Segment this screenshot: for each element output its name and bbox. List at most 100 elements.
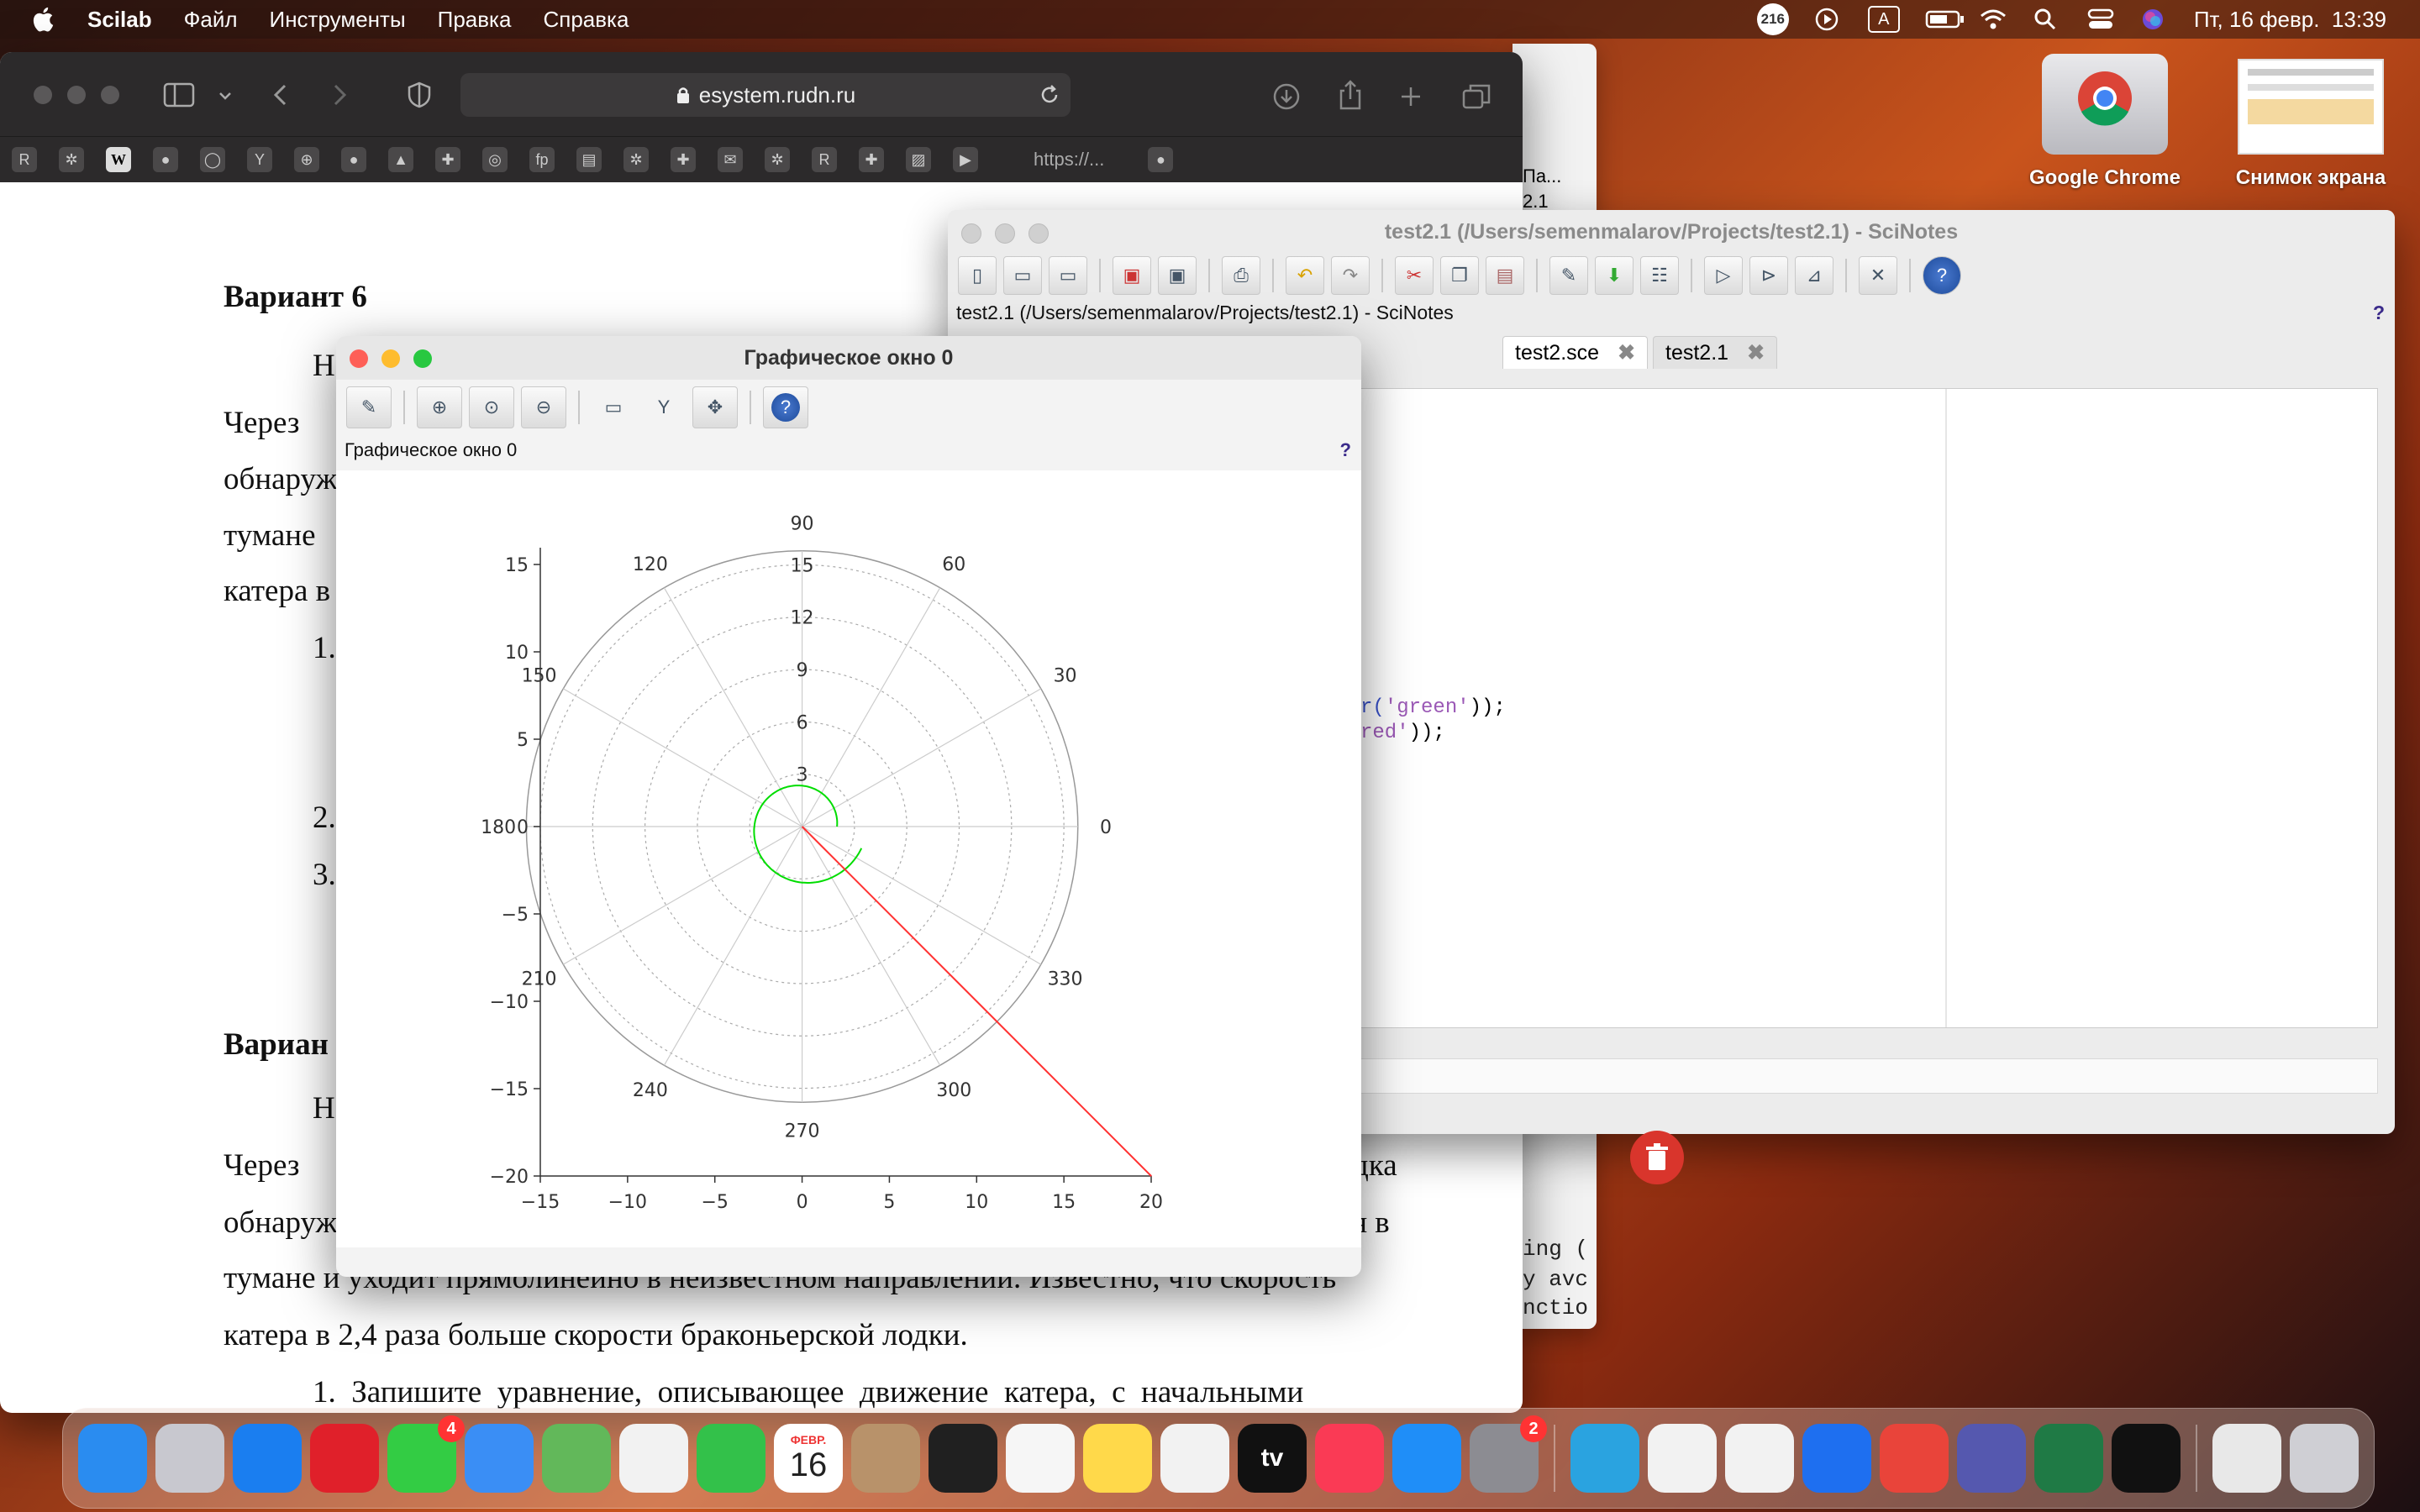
anydesk-icon[interactable] (1880, 1424, 1949, 1493)
rotate-3d-icon[interactable]: Y (642, 387, 686, 428)
favorite-circle-icon[interactable]: ◯ (200, 147, 225, 172)
menu-help[interactable]: Справка (543, 7, 629, 33)
mail-icon[interactable] (465, 1424, 534, 1493)
redo-icon[interactable]: ↷ (1331, 256, 1370, 295)
new-tab-icon[interactable] (1398, 84, 1423, 109)
save-icon[interactable]: ▣ (1113, 256, 1151, 295)
reload-icon[interactable] (1039, 84, 1060, 106)
keyboard-layout-indicator[interactable]: A (1867, 6, 1900, 33)
reminders-icon[interactable] (1006, 1424, 1075, 1493)
yandex-browser-icon[interactable] (1648, 1424, 1717, 1493)
favorite-image-icon[interactable]: ▲ (388, 147, 413, 172)
paste-icon[interactable]: ▤ (1486, 256, 1524, 295)
pan-icon[interactable]: ✥ (692, 386, 738, 428)
close-button[interactable] (350, 349, 368, 368)
zoom-button[interactable] (101, 86, 119, 104)
address-bar[interactable]: esystem.rudn.ru (460, 73, 1071, 117)
telegram-icon[interactable] (1570, 1424, 1639, 1493)
messages-icon[interactable]: 4 (387, 1415, 465, 1493)
tab-test2-sce[interactable]: test2.sce ✖ (1502, 336, 1649, 369)
favorite-star-icon[interactable]: ✲ (765, 147, 790, 172)
photos-icon[interactable] (619, 1424, 688, 1493)
trash-icon[interactable] (2290, 1424, 2359, 1493)
freeform-icon[interactable] (1160, 1424, 1229, 1493)
zoom-in-icon[interactable]: ⊕ (417, 386, 462, 428)
help-icon[interactable]: ? (763, 386, 808, 428)
undo-icon[interactable]: ↶ (1286, 256, 1324, 295)
menu-file[interactable]: Файл (184, 7, 238, 33)
system-settings-icon[interactable]: 2 (1470, 1415, 1547, 1493)
apple-logo-icon[interactable] (30, 5, 59, 34)
desktop-icon-chrome[interactable]: Google Chrome (2000, 54, 2210, 190)
copy-icon[interactable]: ❐ (1440, 256, 1479, 295)
share-icon[interactable] (1338, 79, 1363, 111)
tv-icon[interactable]: tv (1238, 1424, 1307, 1493)
teams-icon[interactable] (1957, 1424, 2026, 1493)
finder-icon[interactable] (78, 1424, 147, 1493)
zoom-area-icon[interactable]: ⊖ (521, 386, 566, 428)
minimize-button[interactable] (995, 223, 1015, 244)
menu-tools[interactable]: Инструменты (270, 7, 406, 33)
zoom-button[interactable] (413, 349, 432, 368)
wifi-icon[interactable] (1979, 7, 2007, 32)
help-mark[interactable]: ? (2373, 297, 2385, 328)
notes-icon[interactable] (1083, 1424, 1152, 1493)
favorite-plus-icon[interactable]: ✚ (435, 147, 460, 172)
favorite-book-icon[interactable]: ▤ (576, 147, 602, 172)
back-icon[interactable] (271, 82, 291, 108)
tab-overview-icon[interactable] (1462, 82, 1492, 111)
favorite-y-icon[interactable]: Y (247, 147, 272, 172)
menu-app-name[interactable]: Scilab (87, 7, 152, 33)
delete-button[interactable] (1630, 1131, 1684, 1184)
help-mark[interactable]: ? (1340, 435, 1351, 465)
notification-count-icon[interactable]: 216 (1756, 3, 1789, 35)
favorite-github-icon[interactable]: ● (1148, 147, 1174, 172)
open-file-icon[interactable]: ▭ (1003, 256, 1042, 295)
chrome-icon[interactable] (1725, 1424, 1794, 1493)
contacts-icon[interactable] (851, 1424, 920, 1493)
siri-icon[interactable] (2140, 7, 2169, 32)
close-button[interactable] (34, 86, 52, 104)
structure-icon[interactable]: ☷ (1640, 256, 1679, 295)
print-icon[interactable]: ⎙ (1222, 256, 1260, 295)
favorite-star-icon[interactable]: ✲ (623, 147, 649, 172)
preferences-icon[interactable]: ✕ (1859, 256, 1897, 295)
favorite-video-icon[interactable]: ▶ (953, 147, 978, 172)
maps-icon[interactable] (542, 1424, 611, 1493)
download-icon[interactable] (1272, 82, 1301, 111)
safari-icon[interactable] (233, 1424, 302, 1493)
opera-icon[interactable] (310, 1424, 379, 1493)
datatip-icon[interactable]: ▭ (592, 387, 635, 428)
forward-icon[interactable] (329, 82, 350, 108)
date-time[interactable]: Пт, 16 февр. 13:39 (2194, 7, 2386, 33)
launchpad-icon[interactable] (155, 1424, 224, 1493)
sidebar-icon[interactable] (163, 81, 197, 108)
favorite-mail-icon[interactable]: ✉ (718, 147, 743, 172)
favorite-plus-icon[interactable]: ✚ (859, 147, 884, 172)
plot-area[interactable]: 0 30 60 90 120 150 180 210 240 270 300 330 3 6 9 12 15 −1… (336, 470, 1361, 1247)
favorite-oval-icon[interactable]: ◎ (482, 147, 508, 172)
favorite-r-icon[interactable]: R (12, 147, 37, 172)
favorite-globe-icon[interactable]: ⊕ (294, 147, 319, 172)
cut-icon[interactable]: ✂ (1395, 256, 1434, 295)
favorite-r-icon[interactable]: R (812, 147, 837, 172)
tab-test2-1[interactable]: test2.1 ✖ (1653, 336, 1778, 369)
battery-icon[interactable] (1925, 7, 1964, 32)
minimize-button[interactable] (381, 349, 400, 368)
play-circle-icon[interactable] (1814, 7, 1843, 32)
favorite-location-icon[interactable]: ● (153, 147, 178, 172)
desktop-icon-screenshot[interactable]: Снимок экрана (2210, 59, 2412, 190)
terminal-icon[interactable] (929, 1424, 997, 1493)
search-icon[interactable] (2033, 7, 2061, 32)
save-as-icon[interactable]: ▣ (1158, 256, 1197, 295)
control-center-icon[interactable] (2086, 7, 2115, 32)
minimize-button[interactable] (67, 86, 86, 104)
calendar-icon[interactable]: ФЕВР. 16 (774, 1424, 843, 1493)
recent-document-icon[interactable] (2212, 1424, 2281, 1493)
favorite-chart-icon[interactable]: ▨ (906, 147, 931, 172)
execute-until-icon[interactable]: ⊿ (1795, 256, 1833, 295)
edit-figure-icon[interactable]: ✎ (346, 386, 392, 428)
menu-edit[interactable]: Правка (438, 7, 512, 33)
facetime-icon[interactable] (697, 1424, 765, 1493)
shield-icon[interactable] (407, 81, 432, 109)
